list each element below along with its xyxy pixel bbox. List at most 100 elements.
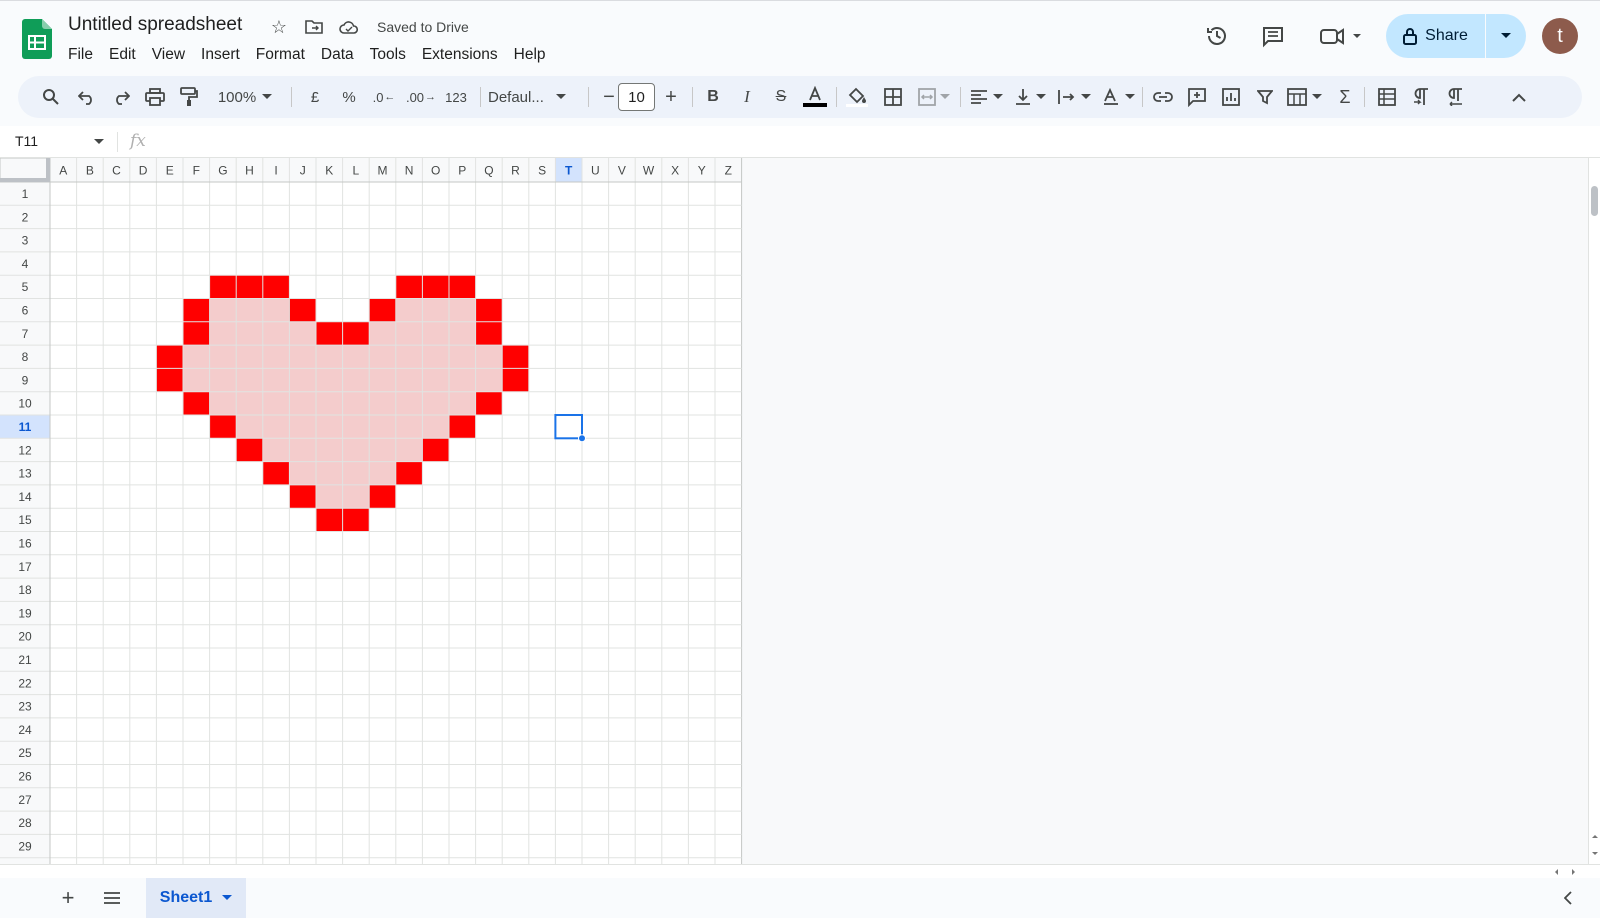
cell-M8[interactable] [369, 345, 396, 369]
column-header-K[interactable]: K [325, 164, 333, 178]
cell-M11[interactable] [369, 415, 396, 439]
row-header-27[interactable]: 27 [18, 793, 32, 807]
cell-P10[interactable] [449, 391, 476, 415]
cell-P9[interactable] [449, 368, 476, 392]
cell-I11[interactable] [262, 415, 290, 439]
row-header-25[interactable]: 25 [18, 746, 32, 760]
cell-O7[interactable] [422, 321, 449, 346]
cell-O11[interactable] [422, 415, 449, 439]
meet-icon[interactable] [1318, 21, 1366, 51]
italic-icon[interactable]: I [732, 76, 762, 118]
share-button[interactable]: Share [1386, 14, 1486, 58]
cell-K8[interactable] [316, 345, 343, 369]
freeze-icon[interactable] [1372, 76, 1402, 118]
cell-N12[interactable] [395, 438, 423, 462]
cell-J7[interactable] [289, 321, 316, 346]
document-title[interactable]: Untitled spreadsheet [68, 14, 242, 36]
grid-canvas[interactable]: A B C D E F G H I J K L M N O P Q R S T U V W X Y Z12345678910111… [0, 158, 1600, 864]
cell-Q6[interactable] [475, 298, 503, 322]
cell-L14[interactable] [342, 484, 370, 509]
cell-L11[interactable] [342, 415, 370, 439]
cell-H5[interactable] [236, 275, 263, 299]
cell-G6[interactable] [209, 298, 237, 322]
cell-M7[interactable] [369, 321, 396, 346]
cell-M6[interactable] [369, 298, 396, 322]
column-header-J[interactable]: J [300, 164, 306, 178]
cell-K14[interactable] [316, 484, 343, 509]
cell-L7[interactable] [342, 321, 370, 346]
name-box-caret-down-icon[interactable] [94, 139, 104, 145]
undo-icon[interactable] [72, 76, 102, 118]
cell-J6[interactable] [289, 298, 316, 322]
cell-H8[interactable] [236, 345, 263, 369]
horizontal-align-icon[interactable] [966, 76, 1006, 118]
column-header-F[interactable]: F [193, 164, 200, 178]
cell-G5[interactable] [209, 275, 237, 299]
cell-N13[interactable] [395, 461, 423, 485]
spreadsheet-grid[interactable]: A B C D E F G H I J K L M N O P Q R S T U V W X Y Z 1 2 3 4 5 6 7 8 9 10 11 1… [0, 158, 1600, 864]
cell-G11[interactable] [209, 415, 237, 439]
cell-J13[interactable] [289, 461, 316, 485]
zoom-select[interactable]: 100% [210, 76, 280, 118]
cell-I8[interactable] [262, 345, 290, 369]
add-sheet-icon[interactable]: + [56, 878, 80, 918]
row-header-12[interactable]: 12 [18, 443, 32, 457]
column-header-U[interactable]: U [591, 164, 600, 178]
row-header-3[interactable]: 3 [22, 234, 29, 248]
cell-G7[interactable] [209, 321, 237, 346]
cell-I5[interactable] [262, 275, 290, 299]
cell-M12[interactable] [369, 438, 396, 462]
cell-M13[interactable] [369, 461, 396, 485]
cell-J11[interactable] [289, 415, 316, 439]
menu-help[interactable]: Help [506, 43, 554, 67]
row-header-14[interactable]: 14 [18, 490, 32, 504]
column-header-D[interactable]: D [139, 164, 148, 178]
decrease-decimal-button[interactable]: .0 ← [368, 76, 400, 118]
cell-P5[interactable] [449, 275, 476, 299]
cell-F7[interactable] [183, 321, 210, 346]
column-header-L[interactable]: L [353, 164, 360, 178]
cell-H7[interactable] [236, 321, 263, 346]
cell-G8[interactable] [209, 345, 237, 369]
column-header-V[interactable]: V [618, 164, 626, 178]
cell-N9[interactable] [395, 368, 423, 392]
cell-J14[interactable] [289, 484, 316, 509]
cell-K9[interactable] [316, 368, 343, 392]
cell-O6[interactable] [422, 298, 449, 322]
cell-G10[interactable] [209, 391, 237, 415]
sheet-tab-sheet1[interactable]: Sheet1 [146, 878, 246, 918]
cell-selection[interactable] [554, 414, 584, 440]
column-header-S[interactable]: S [538, 164, 546, 178]
text-rotation-icon[interactable] [1098, 76, 1138, 118]
cell-Q7[interactable] [475, 321, 503, 346]
column-header-N[interactable]: N [405, 164, 414, 178]
functions-icon[interactable]: Σ [1330, 76, 1360, 118]
insert-comment-icon[interactable] [1182, 76, 1212, 118]
formula-input[interactable] [160, 130, 1580, 154]
row-header-20[interactable]: 20 [18, 630, 32, 644]
row-header-10[interactable]: 10 [18, 397, 32, 411]
row-header-15[interactable]: 15 [18, 513, 32, 527]
paint-format-icon[interactable] [174, 76, 204, 118]
cell-E9[interactable] [156, 368, 183, 392]
cell-J10[interactable] [289, 391, 316, 415]
row-header-19[interactable]: 19 [18, 606, 32, 620]
row-header-2[interactable]: 2 [22, 210, 29, 224]
strikethrough-icon[interactable]: S [766, 76, 796, 118]
cell-H6[interactable] [236, 298, 263, 322]
column-header-A[interactable]: A [59, 164, 67, 178]
column-header-P[interactable]: P [458, 164, 466, 178]
cell-F9[interactable] [183, 368, 210, 392]
cell-I9[interactable] [262, 368, 290, 392]
borders-icon[interactable] [878, 76, 908, 118]
cell-L8[interactable] [342, 345, 370, 369]
cell-O8[interactable] [422, 345, 449, 369]
row-header-11[interactable]: 11 [19, 420, 32, 434]
column-header-C[interactable]: C [112, 164, 121, 178]
all-sheets-icon[interactable] [100, 878, 124, 918]
cell-H9[interactable] [236, 368, 263, 392]
cell-P8[interactable] [449, 345, 476, 369]
avatar[interactable]: t [1542, 18, 1578, 54]
version-history-icon[interactable] [1202, 21, 1232, 51]
cell-R9[interactable] [502, 368, 529, 392]
